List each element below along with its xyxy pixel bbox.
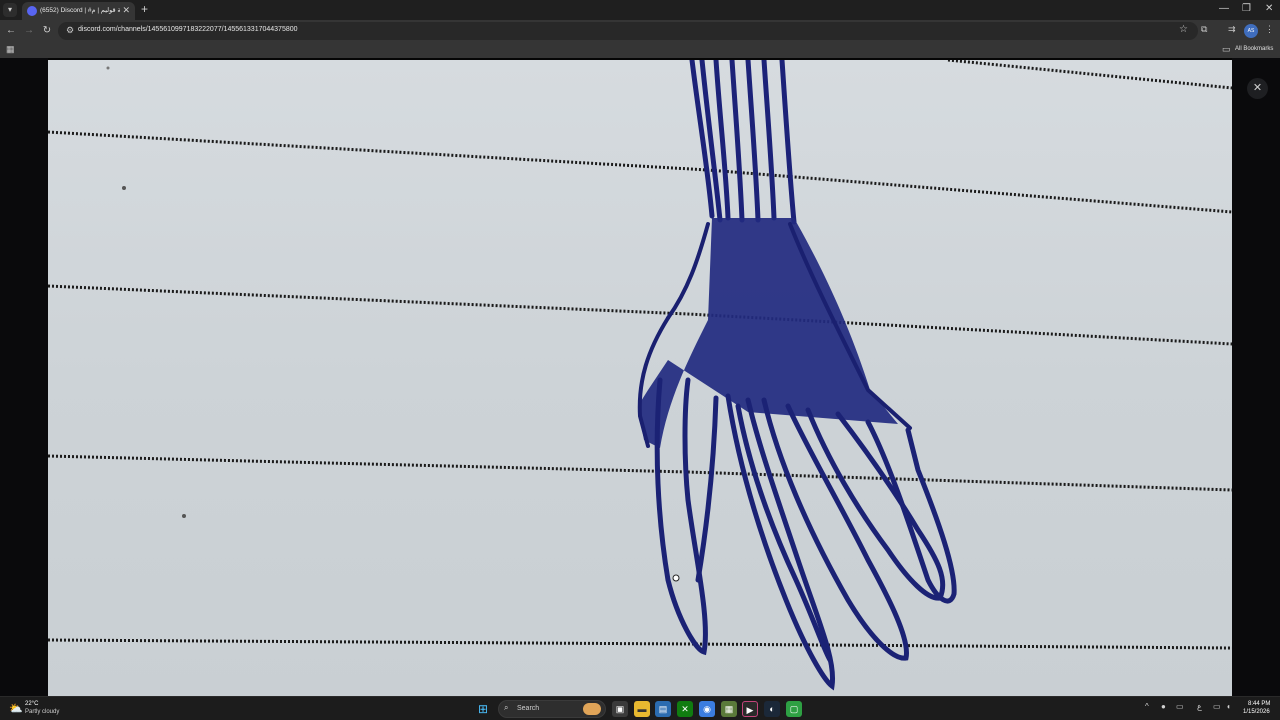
search-icon: ⌕ xyxy=(504,703,509,712)
menu-icon[interactable]: ⋮ xyxy=(1265,24,1274,35)
dimmed-discord-background xyxy=(0,58,48,696)
file-explorer-icon[interactable]: ▬ xyxy=(634,701,650,717)
task-view-icon[interactable]: ▣ xyxy=(612,701,628,717)
browser-tab-discord[interactable]: (6552) Discord | #مدينة قوليم | م ✕ xyxy=(22,2,135,20)
volume-icon[interactable]: ◖ xyxy=(1226,702,1231,711)
weather-description[interactable]: Partly cloudy xyxy=(25,709,59,715)
browser-tab-strip: ▾ (6552) Discord | #مدينة قوليم | م ✕ + … xyxy=(0,0,1280,20)
close-viewer-button[interactable]: ✕ xyxy=(1247,78,1268,99)
clock-time[interactable]: 8:44 PM xyxy=(1248,701,1270,707)
store-icon[interactable]: ▤ xyxy=(655,701,671,717)
discord-favicon-icon xyxy=(27,6,37,16)
back-icon[interactable]: ← xyxy=(4,24,18,38)
microphone-icon[interactable]: ● xyxy=(1161,702,1166,711)
hand-drawing-on-lined-paper xyxy=(48,60,1232,691)
all-bookmarks-link[interactable]: All Bookmarks xyxy=(1235,46,1273,52)
minecraft-icon[interactable]: ▦ xyxy=(721,701,737,717)
restore-icon[interactable]: ❐ xyxy=(1242,3,1251,14)
windows-taskbar: ⛅ 22°C Partly cloudy ⊞ ⌕ Search ▣ ▬ ▤ ✕ … xyxy=(0,696,1280,720)
chrome-icon[interactable]: ◉ xyxy=(699,701,715,717)
browser-toolbar: ← → ↻ ⚙ discord.com/channels/14556109971… xyxy=(0,20,1280,42)
xbox-icon[interactable]: ✕ xyxy=(677,701,693,717)
site-info-icon[interactable]: ⚙ xyxy=(66,25,74,36)
window-close-icon[interactable]: ✕ xyxy=(1265,3,1273,14)
language-icon[interactable]: ع xyxy=(1197,702,1202,711)
address-bar[interactable]: ⚙ discord.com/channels/14556109971832220… xyxy=(58,22,1198,40)
bookmarks-bar: ▦ ▭ All Bookmarks xyxy=(0,42,1280,58)
steam-icon[interactable]: ◐ xyxy=(764,701,780,717)
network-icon[interactable]: ▭ xyxy=(1213,702,1221,711)
bookmark-star-icon[interactable]: ☆ xyxy=(1179,24,1188,35)
terminal-icon[interactable]: ▶ xyxy=(742,701,758,717)
app-icon[interactable]: ▢ xyxy=(786,701,802,717)
weather-temperature[interactable]: 22°C xyxy=(25,701,38,707)
folder-icon: ▭ xyxy=(1222,44,1231,54)
keyboard-icon[interactable]: ▭ xyxy=(1176,702,1184,711)
minimize-icon[interactable]: — xyxy=(1219,3,1229,14)
forward-icon[interactable]: → xyxy=(22,24,36,38)
profile-avatar[interactable]: AS xyxy=(1244,24,1258,38)
tray-chevron-icon[interactable]: ^ xyxy=(1145,702,1149,711)
dimmed-discord-background-right xyxy=(1232,58,1280,696)
extensions-icon[interactable]: ⧉ xyxy=(1201,24,1207,35)
cast-icon[interactable]: ⇉ xyxy=(1228,24,1236,35)
enlarged-photo[interactable] xyxy=(48,60,1232,696)
windows-start-icon[interactable]: ⊞ xyxy=(478,702,488,716)
new-tab-icon[interactable]: + xyxy=(141,2,148,16)
image-viewer-overlay: ✕ xyxy=(0,58,1280,696)
taskbar-search-box[interactable]: ⌕ Search xyxy=(498,700,606,718)
search-label: Search xyxy=(517,705,540,712)
search-highlight-icon xyxy=(583,703,601,715)
tab-search-icon[interactable]: ▾ xyxy=(3,3,17,17)
tab-title: (6552) Discord | #مدينة قوليم | م xyxy=(40,7,120,14)
clock-date[interactable]: 1/15/2026 xyxy=(1243,709,1270,715)
reload-icon[interactable]: ↻ xyxy=(40,24,54,38)
tab-close-icon[interactable]: ✕ xyxy=(122,5,130,16)
url-text: discord.com/channels/1455610997183222077… xyxy=(78,26,298,33)
apps-grid-icon[interactable]: ▦ xyxy=(6,44,15,55)
weather-partly-cloudy-icon[interactable]: ⛅ xyxy=(9,702,23,715)
